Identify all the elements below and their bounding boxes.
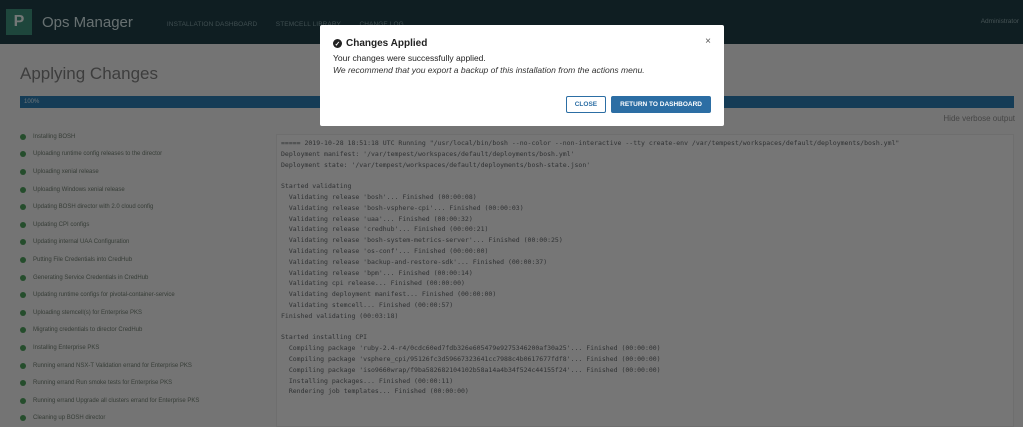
return-to-dashboard-button[interactable]: RETURN TO DASHBOARD [611,96,711,113]
modal-actions: CLOSE RETURN TO DASHBOARD [565,96,711,113]
modal-title-text: Changes Applied [346,38,428,49]
close-button[interactable]: CLOSE [565,96,607,113]
modal-message: Your changes were successfully applied. [333,53,486,63]
close-icon[interactable]: × [705,36,711,47]
changes-applied-modal: ✓ Changes Applied × Your changes were su… [320,25,724,126]
modal-note: We recommend that you export a backup of… [333,65,645,75]
modal-title: ✓ Changes Applied [333,38,711,49]
check-circle-icon: ✓ [333,39,342,48]
